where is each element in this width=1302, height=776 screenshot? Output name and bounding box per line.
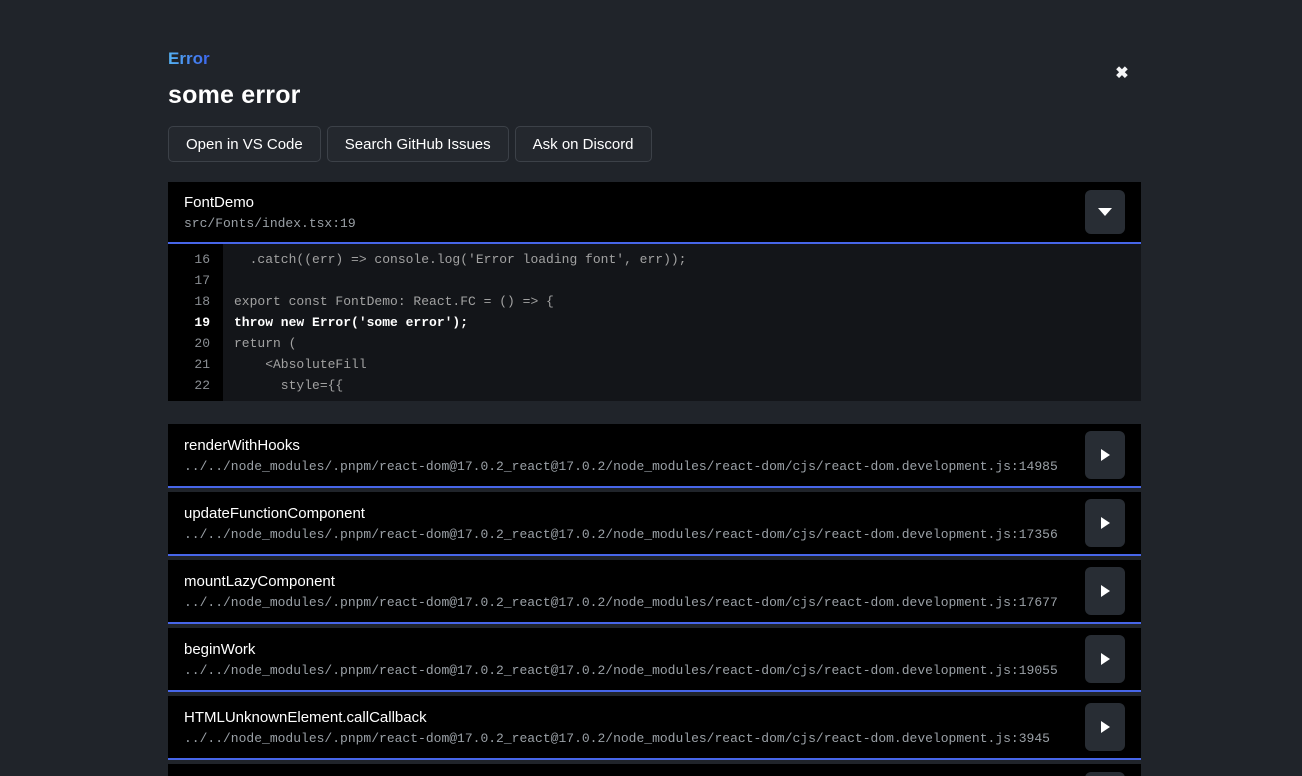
line-number: 19 — [168, 312, 223, 333]
stack-frame: updateFunctionComponent ../../node_modul… — [168, 492, 1141, 556]
code-lines: 16 .catch((err) => console.log('Error lo… — [168, 244, 1141, 401]
search-github-issues-button[interactable]: Search GitHub Issues — [327, 126, 509, 162]
code-line: 19 throw new Error('some error'); — [168, 312, 1141, 333]
line-number: 18 — [168, 291, 223, 312]
line-number: 17 — [168, 270, 223, 291]
code-line: 17 — [168, 270, 1141, 291]
code-line: 16 .catch((err) => console.log('Error lo… — [168, 249, 1141, 270]
line-code: .catch((err) => console.log('Error loadi… — [223, 249, 1141, 270]
stack-frame: mountLazyComponent ../../node_modules/.p… — [168, 560, 1141, 624]
triangle-right-icon — [1101, 517, 1110, 529]
stack-location: ../../node_modules/.pnpm/react-dom@17.0.… — [184, 527, 1058, 542]
stack-function-name: renderWithHooks — [184, 437, 1058, 454]
expand-frame-button[interactable] — [1085, 499, 1125, 547]
line-code: return ( — [223, 333, 1141, 354]
line-code: style={{ — [223, 375, 1141, 396]
stack-location: ../../node_modules/.pnpm/react-dom@17.0.… — [184, 595, 1058, 610]
stack-location: ../../node_modules/.pnpm/react-dom@17.0.… — [184, 731, 1050, 746]
ask-on-discord-button[interactable]: Ask on Discord — [515, 126, 652, 162]
error-overlay: ✖ Error some error Open in VS Code Searc… — [168, 0, 1141, 776]
code-line: 18 export const FontDemo: React.FC = () … — [168, 291, 1141, 312]
close-button[interactable]: ✖ — [1111, 62, 1133, 84]
code-line: 22 style={{ — [168, 375, 1141, 396]
stack-function-name: beginWork — [184, 641, 1058, 658]
line-number: 22 — [168, 375, 223, 396]
code-line: 20 return ( — [168, 333, 1141, 354]
stack-frame-partial — [168, 764, 1141, 776]
stack-location: ../../node_modules/.pnpm/react-dom@17.0.… — [184, 459, 1058, 474]
action-buttons: Open in VS Code Search GitHub Issues Ask… — [168, 126, 1141, 162]
close-icon: ✖ — [1115, 63, 1128, 83]
expand-frame-button[interactable] — [1085, 431, 1125, 479]
triangle-right-icon — [1101, 653, 1110, 665]
frame-function-name: FontDemo — [184, 194, 356, 211]
line-code: export const FontDemo: React.FC = () => … — [223, 291, 1141, 312]
open-in-vscode-button[interactable]: Open in VS Code — [168, 126, 321, 162]
triangle-right-icon — [1101, 721, 1110, 733]
stack-function-name: mountLazyComponent — [184, 573, 1058, 590]
stack-frame: HTMLUnknownElement.callCallback ../../no… — [168, 696, 1141, 760]
line-number: 20 — [168, 333, 223, 354]
line-code: <AbsoluteFill — [223, 354, 1141, 375]
line-code: throw new Error('some error'); — [223, 312, 1141, 333]
stack-frame: renderWithHooks ../../node_modules/.pnpm… — [168, 424, 1141, 488]
expand-frame-button[interactable] — [1085, 567, 1125, 615]
frame-location: src/Fonts/index.tsx:19 — [184, 216, 356, 231]
stack-function-name: HTMLUnknownElement.callCallback — [184, 709, 1050, 726]
expand-frame-button[interactable] — [1085, 703, 1125, 751]
expand-frame-button[interactable] — [1085, 635, 1125, 683]
code-frame-header: FontDemo src/Fonts/index.tsx:19 — [168, 182, 1141, 244]
chevron-down-icon — [1098, 208, 1112, 216]
line-code — [223, 270, 1141, 291]
triangle-right-icon — [1101, 449, 1110, 461]
code-frame: FontDemo src/Fonts/index.tsx:19 16 .catc… — [168, 182, 1141, 401]
error-message: some error — [168, 81, 1141, 110]
expand-frame-button[interactable] — [1085, 772, 1125, 776]
stack-frame-list: renderWithHooks ../../node_modules/.pnpm… — [168, 424, 1141, 776]
stack-frame: beginWork ../../node_modules/.pnpm/react… — [168, 628, 1141, 692]
line-number: 21 — [168, 354, 223, 375]
stack-location: ../../node_modules/.pnpm/react-dom@17.0.… — [184, 663, 1058, 678]
code-line: 21 <AbsoluteFill — [168, 354, 1141, 375]
line-number: 16 — [168, 249, 223, 270]
error-type-label: Error — [168, 49, 210, 69]
triangle-right-icon — [1101, 585, 1110, 597]
stack-function-name: updateFunctionComponent — [184, 505, 1058, 522]
collapse-frame-button[interactable] — [1085, 190, 1125, 234]
